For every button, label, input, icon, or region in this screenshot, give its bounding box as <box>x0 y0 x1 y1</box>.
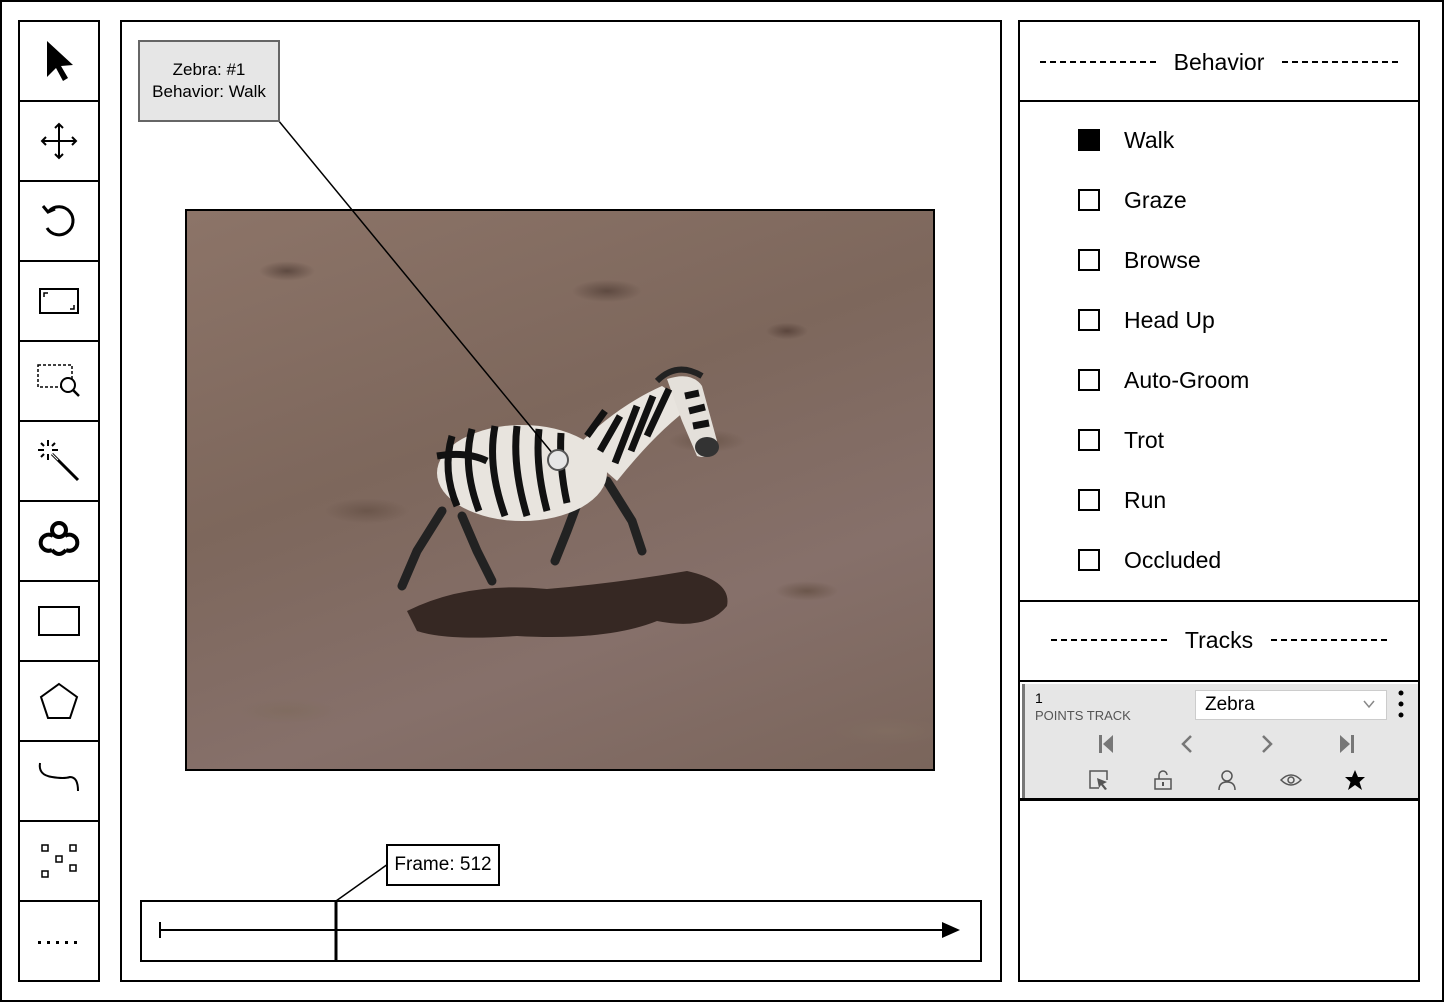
tools-toolbar <box>18 20 100 982</box>
checkbox[interactable] <box>1078 189 1100 211</box>
first-frame-button[interactable] <box>1092 730 1120 758</box>
rectangle-tool-button[interactable] <box>20 582 98 662</box>
openvino-tool-button[interactable] <box>20 502 98 582</box>
timeline-slider[interactable] <box>140 900 982 962</box>
annotation-object-label: Zebra: #1 <box>172 60 246 79</box>
favorite-toggle-button[interactable] <box>1341 766 1369 794</box>
checkbox[interactable] <box>1078 129 1100 151</box>
star-icon <box>1345 770 1365 790</box>
behavior-option-label: Trot <box>1124 426 1165 453</box>
rotate-tool-button[interactable] <box>20 182 98 262</box>
behavior-option-label: Run <box>1124 486 1167 513</box>
behavior-header: Behavior <box>1020 22 1418 102</box>
magic-wand-icon <box>38 440 80 482</box>
track-id: 1 <box>1035 690 1043 706</box>
polygon-tool-button[interactable] <box>20 662 98 742</box>
side-panel: Behavior Walk Graze Browse Head Up Auto-… <box>1018 20 1420 982</box>
zoom-region-tool-button[interactable] <box>20 342 98 422</box>
frame-number-label: Frame: 512 <box>386 844 500 886</box>
behavior-option-auto-groom[interactable]: Auto-Groom <box>1078 360 1249 400</box>
dotted-line-icon <box>38 941 77 944</box>
visibility-toggle-button[interactable] <box>1277 766 1305 794</box>
chevron-right-icon <box>1262 735 1273 753</box>
outside-toggle-button[interactable] <box>1085 766 1113 794</box>
eye-icon <box>1280 774 1302 786</box>
zoom-region-icon <box>37 364 80 397</box>
track-type: POINTS TRACK <box>1035 708 1131 723</box>
select-outside-icon <box>1089 770 1108 790</box>
more-tools-button[interactable] <box>20 902 98 982</box>
video-frame-image[interactable] <box>185 209 935 771</box>
polyline-tool-button[interactable] <box>20 742 98 822</box>
behavior-option-label: Auto-Groom <box>1124 366 1250 393</box>
pin-toggle-button[interactable] <box>1213 766 1241 794</box>
behavior-option-run[interactable]: Run <box>1078 480 1166 520</box>
annotation-canvas[interactable] <box>120 20 1002 982</box>
move-arrows-icon <box>40 122 78 160</box>
behavior-option-graze[interactable]: Graze <box>1078 180 1187 220</box>
behavior-option-walk[interactable]: Walk <box>1078 120 1174 160</box>
behavior-option-label: Browse <box>1124 246 1201 273</box>
behavior-option-label: Graze <box>1124 186 1187 213</box>
checkbox[interactable] <box>1078 369 1100 391</box>
behavior-option-occluded[interactable]: Occluded <box>1078 540 1221 580</box>
behavior-option-label: Walk <box>1124 126 1175 153</box>
track-item[interactable]: 1 POINTS TRACK Zebra <box>1022 684 1418 800</box>
last-frame-button[interactable] <box>1333 730 1361 758</box>
polyline-icon <box>38 762 79 792</box>
track-label-value: Zebra <box>1205 694 1255 715</box>
behavior-title: Behavior <box>1173 48 1265 75</box>
tracks-title: Tracks <box>1184 626 1254 653</box>
checkbox[interactable] <box>1078 549 1100 571</box>
rotate-ccw-icon <box>41 205 75 237</box>
annotation-behavior-label: Behavior: Walk <box>152 82 266 101</box>
zebra-image <box>397 366 728 638</box>
behavior-option-browse[interactable]: Browse <box>1078 240 1201 280</box>
checkbox[interactable] <box>1078 249 1100 271</box>
cursor-arrow-icon <box>47 41 73 81</box>
skip-to-start-icon <box>1099 735 1113 753</box>
move-tool-button[interactable] <box>20 102 98 182</box>
behavior-option-head-up[interactable]: Head Up <box>1078 300 1215 340</box>
rectangle-icon <box>38 606 80 636</box>
unlock-icon <box>1154 770 1172 790</box>
next-frame-button[interactable] <box>1253 730 1281 758</box>
select-tool-button[interactable] <box>20 22 98 102</box>
previous-frame-button[interactable] <box>1173 730 1201 758</box>
behavior-option-label: Occluded <box>1124 546 1222 573</box>
fit-screen-icon <box>39 288 79 314</box>
magic-wand-tool-button[interactable] <box>20 422 98 502</box>
user-icon <box>1218 770 1236 791</box>
points-icon <box>41 844 77 878</box>
behavior-option-trot[interactable]: Trot <box>1078 420 1164 460</box>
track-label-select[interactable]: Zebra <box>1195 690 1387 720</box>
points-tool-button[interactable] <box>20 822 98 902</box>
checkbox[interactable] <box>1078 309 1100 331</box>
checkbox[interactable] <box>1078 489 1100 511</box>
openvino-icon <box>38 521 80 556</box>
checkbox[interactable] <box>1078 429 1100 451</box>
more-vertical-icon[interactable] <box>1396 688 1406 720</box>
tracks-header: Tracks <box>1020 600 1418 680</box>
skip-to-end-icon <box>1340 735 1354 753</box>
behavior-option-label: Head Up <box>1124 306 1215 333</box>
annotation-label: Zebra: #1 Behavior: Walk <box>138 40 280 122</box>
fit-screen-tool-button[interactable] <box>20 262 98 342</box>
chevron-down-icon <box>1363 700 1375 709</box>
lock-toggle-button[interactable] <box>1149 766 1177 794</box>
pentagon-icon <box>39 682 79 719</box>
chevron-left-icon <box>1181 735 1192 753</box>
